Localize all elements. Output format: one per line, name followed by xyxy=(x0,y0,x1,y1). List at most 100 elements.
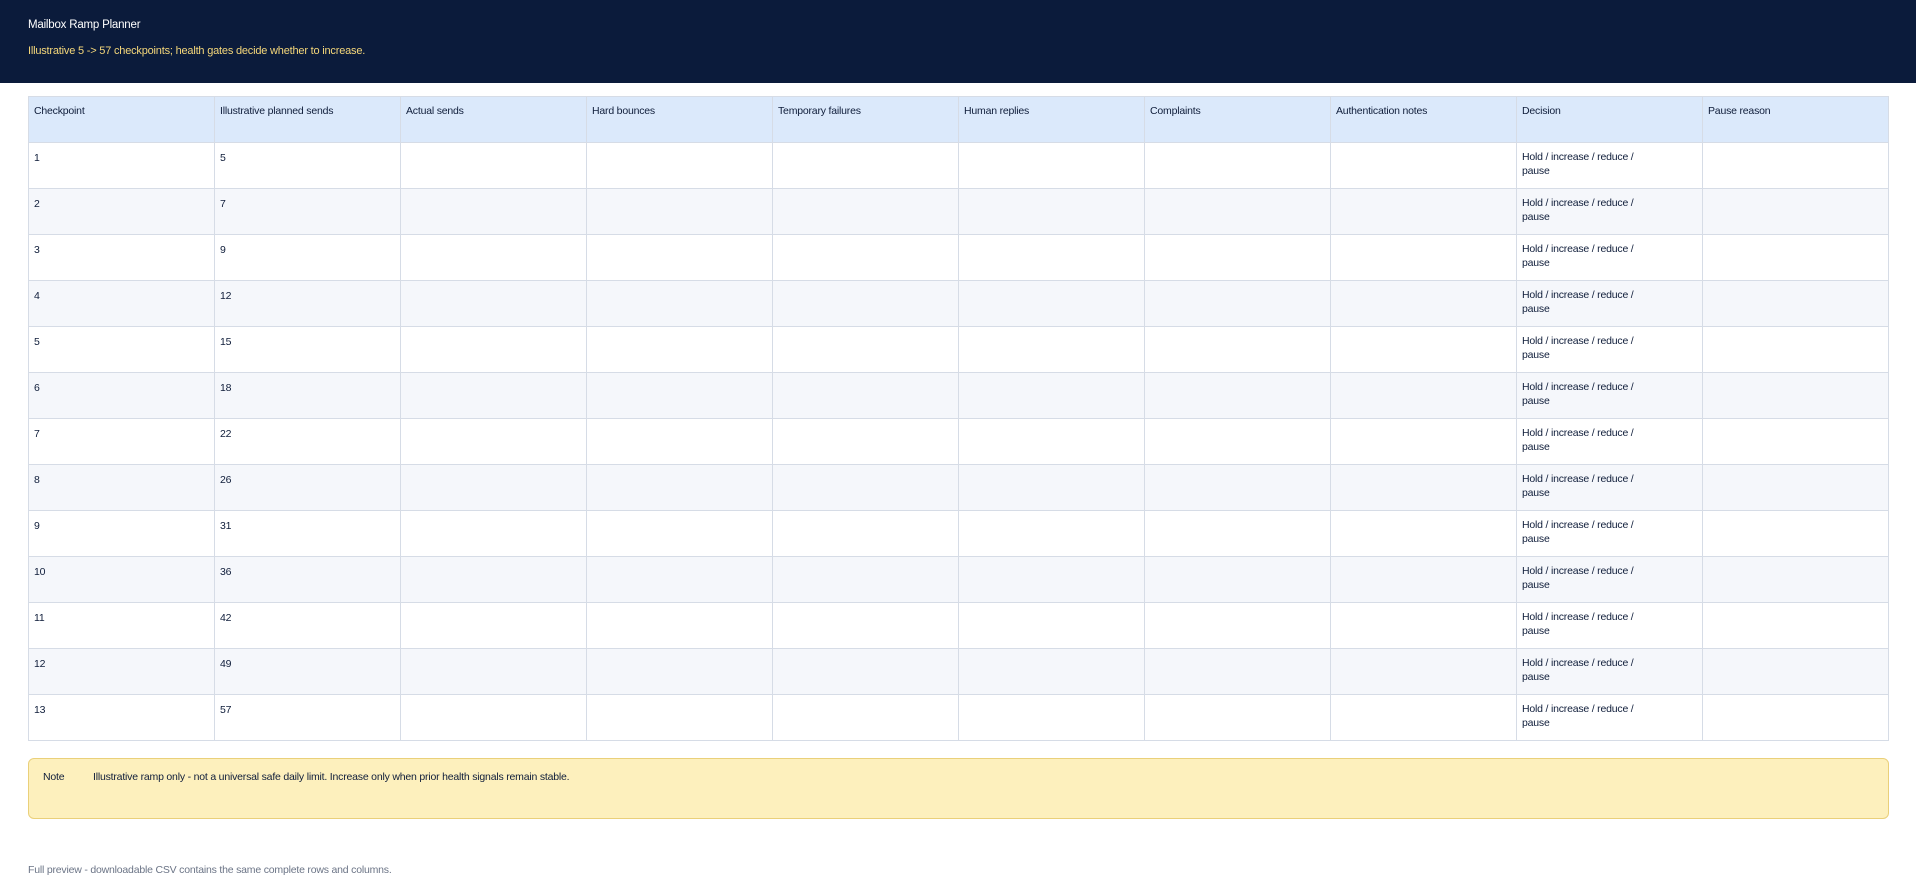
cell-actual-sends[interactable] xyxy=(400,464,587,511)
cell-complaints[interactable] xyxy=(1144,418,1331,465)
cell-complaints[interactable] xyxy=(1144,188,1331,235)
cell-hard-bounces[interactable] xyxy=(586,602,773,649)
cell-authentication-notes[interactable] xyxy=(1330,372,1517,419)
cell-actual-sends[interactable] xyxy=(400,694,587,741)
cell-authentication-notes[interactable] xyxy=(1330,142,1517,189)
cell-decision[interactable]: Hold / increase / reduce / pause xyxy=(1516,694,1703,741)
cell-complaints[interactable] xyxy=(1144,694,1331,741)
cell-decision[interactable]: Hold / increase / reduce / pause xyxy=(1516,234,1703,281)
cell-authentication-notes[interactable] xyxy=(1330,602,1517,649)
cell-hard-bounces[interactable] xyxy=(586,556,773,603)
cell-authentication-notes[interactable] xyxy=(1330,694,1517,741)
cell-human-replies[interactable] xyxy=(958,142,1145,189)
cell-complaints[interactable] xyxy=(1144,326,1331,373)
cell-pause-reason[interactable] xyxy=(1702,510,1889,557)
cell-temporary-failures[interactable] xyxy=(772,602,959,649)
cell-authentication-notes[interactable] xyxy=(1330,556,1517,603)
cell-decision[interactable]: Hold / increase / reduce / pause xyxy=(1516,648,1703,695)
cell-hard-bounces[interactable] xyxy=(586,280,773,327)
cell-human-replies[interactable] xyxy=(958,556,1145,603)
cell-human-replies[interactable] xyxy=(958,464,1145,511)
cell-actual-sends[interactable] xyxy=(400,372,587,419)
cell-actual-sends[interactable] xyxy=(400,280,587,327)
cell-human-replies[interactable] xyxy=(958,280,1145,327)
cell-actual-sends[interactable] xyxy=(400,648,587,695)
cell-human-replies[interactable] xyxy=(958,372,1145,419)
cell-authentication-notes[interactable] xyxy=(1330,234,1517,281)
cell-pause-reason[interactable] xyxy=(1702,142,1889,189)
cell-complaints[interactable] xyxy=(1144,372,1331,419)
cell-pause-reason[interactable] xyxy=(1702,280,1889,327)
cell-actual-sends[interactable] xyxy=(400,602,587,649)
cell-pause-reason[interactable] xyxy=(1702,556,1889,603)
cell-decision[interactable]: Hold / increase / reduce / pause xyxy=(1516,556,1703,603)
cell-human-replies[interactable] xyxy=(958,648,1145,695)
cell-human-replies[interactable] xyxy=(958,694,1145,741)
cell-hard-bounces[interactable] xyxy=(586,326,773,373)
cell-temporary-failures[interactable] xyxy=(772,142,959,189)
cell-actual-sends[interactable] xyxy=(400,234,587,281)
cell-decision[interactable]: Hold / increase / reduce / pause xyxy=(1516,418,1703,465)
cell-actual-sends[interactable] xyxy=(400,418,587,465)
cell-authentication-notes[interactable] xyxy=(1330,648,1517,695)
cell-authentication-notes[interactable] xyxy=(1330,188,1517,235)
cell-temporary-failures[interactable] xyxy=(772,464,959,511)
cell-actual-sends[interactable] xyxy=(400,142,587,189)
cell-decision[interactable]: Hold / increase / reduce / pause xyxy=(1516,142,1703,189)
cell-human-replies[interactable] xyxy=(958,234,1145,281)
cell-decision[interactable]: Hold / increase / reduce / pause xyxy=(1516,188,1703,235)
cell-pause-reason[interactable] xyxy=(1702,648,1889,695)
cell-temporary-failures[interactable] xyxy=(772,188,959,235)
cell-hard-bounces[interactable] xyxy=(586,510,773,557)
cell-hard-bounces[interactable] xyxy=(586,188,773,235)
cell-temporary-failures[interactable] xyxy=(772,326,959,373)
cell-complaints[interactable] xyxy=(1144,142,1331,189)
cell-human-replies[interactable] xyxy=(958,510,1145,557)
cell-human-replies[interactable] xyxy=(958,326,1145,373)
cell-human-replies[interactable] xyxy=(958,602,1145,649)
cell-pause-reason[interactable] xyxy=(1702,372,1889,419)
cell-complaints[interactable] xyxy=(1144,234,1331,281)
cell-human-replies[interactable] xyxy=(958,188,1145,235)
cell-complaints[interactable] xyxy=(1144,602,1331,649)
cell-decision[interactable]: Hold / increase / reduce / pause xyxy=(1516,326,1703,373)
cell-decision[interactable]: Hold / increase / reduce / pause xyxy=(1516,280,1703,327)
cell-pause-reason[interactable] xyxy=(1702,418,1889,465)
cell-authentication-notes[interactable] xyxy=(1330,510,1517,557)
cell-pause-reason[interactable] xyxy=(1702,694,1889,741)
cell-temporary-failures[interactable] xyxy=(772,280,959,327)
cell-temporary-failures[interactable] xyxy=(772,648,959,695)
cell-temporary-failures[interactable] xyxy=(772,510,959,557)
cell-actual-sends[interactable] xyxy=(400,510,587,557)
cell-hard-bounces[interactable] xyxy=(586,648,773,695)
cell-authentication-notes[interactable] xyxy=(1330,326,1517,373)
cell-authentication-notes[interactable] xyxy=(1330,418,1517,465)
cell-temporary-failures[interactable] xyxy=(772,694,959,741)
cell-hard-bounces[interactable] xyxy=(586,464,773,511)
cell-decision[interactable]: Hold / increase / reduce / pause xyxy=(1516,464,1703,511)
cell-complaints[interactable] xyxy=(1144,464,1331,511)
cell-actual-sends[interactable] xyxy=(400,326,587,373)
cell-complaints[interactable] xyxy=(1144,510,1331,557)
cell-pause-reason[interactable] xyxy=(1702,234,1889,281)
cell-decision[interactable]: Hold / increase / reduce / pause xyxy=(1516,602,1703,649)
cell-complaints[interactable] xyxy=(1144,648,1331,695)
cell-decision[interactable]: Hold / increase / reduce / pause xyxy=(1516,510,1703,557)
cell-temporary-failures[interactable] xyxy=(772,556,959,603)
cell-hard-bounces[interactable] xyxy=(586,234,773,281)
cell-complaints[interactable] xyxy=(1144,556,1331,603)
cell-actual-sends[interactable] xyxy=(400,556,587,603)
cell-authentication-notes[interactable] xyxy=(1330,464,1517,511)
cell-actual-sends[interactable] xyxy=(400,188,587,235)
cell-pause-reason[interactable] xyxy=(1702,188,1889,235)
cell-authentication-notes[interactable] xyxy=(1330,280,1517,327)
cell-temporary-failures[interactable] xyxy=(772,372,959,419)
cell-temporary-failures[interactable] xyxy=(772,234,959,281)
cell-pause-reason[interactable] xyxy=(1702,464,1889,511)
cell-pause-reason[interactable] xyxy=(1702,602,1889,649)
cell-pause-reason[interactable] xyxy=(1702,326,1889,373)
cell-human-replies[interactable] xyxy=(958,418,1145,465)
cell-hard-bounces[interactable] xyxy=(586,142,773,189)
cell-hard-bounces[interactable] xyxy=(586,418,773,465)
cell-complaints[interactable] xyxy=(1144,280,1331,327)
